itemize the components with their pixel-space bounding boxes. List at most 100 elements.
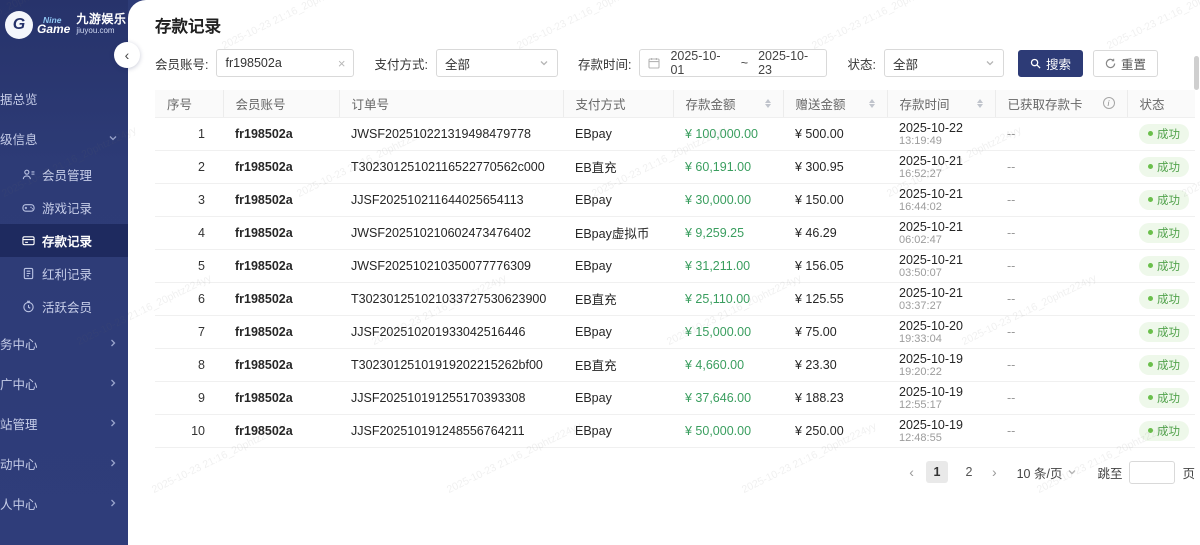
cell-time-value: 12:48:55 <box>899 432 983 444</box>
page-size-select[interactable]: 10 条/页 <box>1017 463 1078 482</box>
sidebar-item-label: 动中心 <box>0 454 38 473</box>
user-icon <box>22 168 35 181</box>
sort-icon[interactable] <box>869 99 875 108</box>
sidebar-item-会员管理[interactable]: 会员管理 <box>0 158 128 191</box>
cell-order: JWSF202510221319498479778 <box>339 117 563 150</box>
prev-page-button[interactable]: ‹ <box>907 464 916 480</box>
jump-page-input[interactable] <box>1129 461 1175 484</box>
cell-time-value: 03:37:27 <box>899 300 983 312</box>
table-row: 3fr198502aJJSF202510211644025654113EBpay… <box>155 183 1195 216</box>
status-select[interactable]: 全部 <box>884 49 1004 77</box>
next-page-button[interactable]: › <box>990 464 999 480</box>
cell-card: -- <box>995 282 1127 315</box>
sidebar-item-存款记录[interactable]: 存款记录 <box>0 224 128 257</box>
cell-date-value: 2025-10-20 <box>899 319 983 333</box>
cell-no: 4 <box>155 216 223 249</box>
cell-amount: ¥ 50,000.00 <box>673 414 783 447</box>
status-text: 成功 <box>1157 390 1180 406</box>
sidebar-item-红利记录[interactable]: 红利记录 <box>0 257 128 290</box>
brand-name: 九游娱乐 <box>76 14 126 25</box>
sort-icon[interactable] <box>765 99 771 108</box>
cell-account: fr198502a <box>223 414 339 447</box>
sidebar-collapse-button[interactable]: ‹ <box>114 42 140 68</box>
cell-bonus: ¥ 75.00 <box>783 315 887 348</box>
chevron-down-icon <box>539 58 549 68</box>
cell-amount: ¥ 15,000.00 <box>673 315 783 348</box>
logo-game-text: Game <box>37 25 70 34</box>
table-body: 1fr198502aJWSF202510221319498479778EBpay… <box>155 117 1195 447</box>
sidebar-item-据总览[interactable]: 据总览 <box>0 78 128 118</box>
header-time-sortable[interactable]: 存款时间 <box>887 90 995 117</box>
cell-status: 成功 <box>1127 414 1195 447</box>
cell-date-value: 2025-10-22 <box>899 121 983 135</box>
cell-order: T30230125102116522770562c000 <box>339 150 563 183</box>
header-bonus-sortable[interactable]: 赠送金额 <box>783 90 887 117</box>
cell-amount: ¥ 9,259.25 <box>673 216 783 249</box>
status-dot-icon <box>1148 329 1153 334</box>
chevron-right-icon <box>108 458 118 468</box>
payment-method-value: 全部 <box>445 54 539 73</box>
cell-order: JWSF202510210350077776309 <box>339 249 563 282</box>
sidebar-item-动中心[interactable]: 动中心 <box>0 443 128 483</box>
cell-time-value: 19:20:22 <box>899 366 983 378</box>
cell-date-value: 2025-10-21 <box>899 253 983 267</box>
cell-no: 5 <box>155 249 223 282</box>
cell-method: EBpay <box>563 315 673 348</box>
header-method: 支付方式 <box>563 90 673 117</box>
status-dot-icon <box>1148 263 1153 268</box>
sort-icon[interactable] <box>977 99 983 108</box>
sidebar-item-游戏记录[interactable]: 游戏记录 <box>0 191 128 224</box>
status-badge: 成功 <box>1139 421 1189 441</box>
scrollbar[interactable] <box>1194 56 1199 90</box>
status-value: 全部 <box>893 54 985 73</box>
sidebar-item-级信息[interactable]: 级信息 <box>0 118 128 158</box>
sidebar-item-活跃会员[interactable]: 活跃会员 <box>0 290 128 323</box>
info-icon[interactable]: i <box>1103 97 1115 109</box>
payment-method-select[interactable]: 全部 <box>436 49 558 77</box>
table-row: 9fr198502aJJSF202510191255170393308EBpay… <box>155 381 1195 414</box>
sidebar-item-人中心[interactable]: 人中心 <box>0 483 128 523</box>
status-badge: 成功 <box>1139 388 1189 408</box>
header-amount-sortable[interactable]: 存款金额 <box>673 90 783 117</box>
sidebar-item-务中心[interactable]: 务中心 <box>0 323 128 363</box>
table-row: 10fr198502aJJSF202510191248556764211EBpa… <box>155 414 1195 447</box>
status-badge: 成功 <box>1139 355 1189 375</box>
clock-icon <box>22 300 35 313</box>
status-text: 成功 <box>1157 159 1180 175</box>
cell-status: 成功 <box>1127 381 1195 414</box>
reset-button[interactable]: 重置 <box>1093 50 1158 77</box>
cell-no: 9 <box>155 381 223 414</box>
cell-account: fr198502a <box>223 150 339 183</box>
cell-card: -- <box>995 381 1127 414</box>
status-badge: 成功 <box>1139 289 1189 309</box>
cell-order: JJSF202510201933042516446 <box>339 315 563 348</box>
chevron-down-icon <box>985 58 995 68</box>
cell-bonus: ¥ 300.95 <box>783 150 887 183</box>
header-order: 订单号 <box>339 90 563 117</box>
logo[interactable]: G Nine Game 九游娱乐 jiuyou.com <box>0 0 128 50</box>
cell-method: EBpay <box>563 249 673 282</box>
cell-time: 2025-10-1919:20:22 <box>887 348 995 381</box>
status-badge: 成功 <box>1139 322 1189 342</box>
member-account-input[interactable]: fr198502a × <box>216 49 354 77</box>
cell-method: EBpay虚拟币 <box>563 216 673 249</box>
deposit-records-table: 序号 会员账号 订单号 支付方式 存款金额 赠送金额 存款时间 <box>155 90 1195 448</box>
page-button-1[interactable]: 1 <box>926 461 948 483</box>
deposit-time-range-picker[interactable]: 2025-10-01 ~ 2025-10-23 <box>639 49 827 77</box>
cell-time: 2025-10-2106:02:47 <box>887 216 995 249</box>
sidebar-item-广中心[interactable]: 广中心 <box>0 363 128 403</box>
cell-account: fr198502a <box>223 381 339 414</box>
search-button[interactable]: 搜索 <box>1018 50 1083 77</box>
cell-account: fr198502a <box>223 216 339 249</box>
clear-icon[interactable]: × <box>338 56 346 71</box>
cell-order: JWSF202510210602473476402 <box>339 216 563 249</box>
cell-status: 成功 <box>1127 249 1195 282</box>
table-row: 7fr198502aJJSF202510201933042516446EBpay… <box>155 315 1195 348</box>
sidebar-item-站管理[interactable]: 站管理 <box>0 403 128 443</box>
table-header-row: 序号 会员账号 订单号 支付方式 存款金额 赠送金额 存款时间 <box>155 90 1195 117</box>
cell-order: JJSF202510191255170393308 <box>339 381 563 414</box>
status-dot-icon <box>1148 230 1153 235</box>
status-dot-icon <box>1148 164 1153 169</box>
page-button-2[interactable]: 2 <box>958 461 980 483</box>
sidebar-item-label: 会员管理 <box>42 165 92 184</box>
